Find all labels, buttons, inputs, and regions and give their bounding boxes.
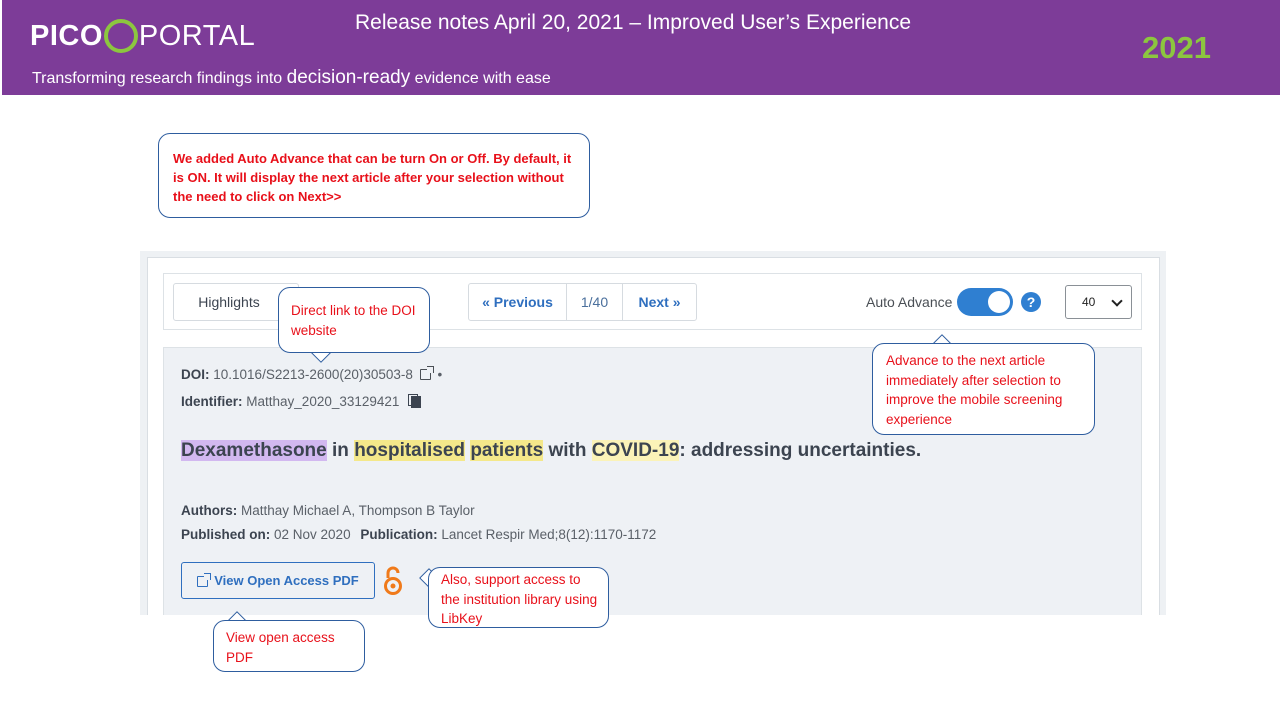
title-text: in (326, 440, 355, 461)
title-highlight-population-2: patients (470, 440, 544, 461)
copy-icon[interactable] (411, 396, 422, 408)
pdf-button-label: View Open Access PDF (214, 573, 359, 588)
logo-pico-text: PICO (30, 19, 103, 52)
callout-open-pdf-text: View open access PDF (226, 630, 335, 665)
next-label: Next » (638, 294, 681, 310)
title-text: with (543, 440, 592, 461)
tagline-emphasis: decision-ready (286, 67, 411, 88)
callout-auto-advance-intro: We added Auto Advance that can be turn O… (158, 133, 590, 218)
publication-row: Published on: 02 Nov 2020 Publication: L… (181, 527, 656, 542)
title-text: : addressing uncertainties. (679, 440, 922, 461)
authors-value: Matthay Michael A, Thompson B Taylor (241, 503, 475, 518)
page-count: 1/40 (567, 284, 623, 320)
callout-advance-next-text: Advance to the next article immediately … (886, 353, 1063, 427)
callout-doi-link: Direct link to the DOI website (278, 287, 430, 353)
publication-label: Publication: (360, 527, 438, 542)
published-label: Published on: (181, 527, 271, 542)
identifier-label: Identifier: (181, 394, 243, 409)
open-access-lock-icon[interactable] (382, 566, 404, 596)
previous-button[interactable]: « Previous (469, 284, 567, 320)
authors-label: Authors: (181, 503, 238, 518)
callout-libkey-text: Also, support access to the institution … (441, 572, 598, 626)
external-link-icon[interactable] (419, 366, 434, 380)
release-banner: PICO PORTAL Transforming research findin… (2, 0, 1280, 95)
per-page-value: 40 (1082, 295, 1096, 309)
identifier-row: Identifier: Matthay_2020_33129421 (181, 394, 422, 409)
toggle-knob (988, 291, 1010, 313)
doi-separator: • (437, 367, 443, 382)
tagline: Transforming research findings into deci… (32, 67, 551, 89)
callout-auto-advance-intro-text: We added Auto Advance that can be turn O… (173, 151, 572, 204)
callout-advance-next: Advance to the next article immediately … (872, 343, 1095, 435)
authors-row: Authors: Matthay Michael A, Thompson B T… (181, 503, 475, 518)
chevron-down-icon (1111, 295, 1123, 307)
picoportal-logo: PICO PORTAL (30, 8, 255, 64)
publication-value: Lancet Respir Med;8(12):1170-1172 (441, 527, 657, 542)
title-highlight-intervention: Dexamethasone (181, 440, 327, 461)
title-highlight-population-1: hospitalised (354, 440, 466, 461)
auto-advance-label: Auto Advance (866, 294, 953, 310)
release-year: 2021 (1142, 30, 1211, 65)
view-open-access-pdf-button[interactable]: View Open Access PDF (181, 562, 375, 599)
callout-open-pdf: View open access PDF (213, 620, 365, 672)
callout-doi-link-text: Direct link to the DOI website (291, 303, 416, 338)
title-highlight-condition: COVID-19 (591, 440, 680, 461)
doi-label: DOI: (181, 367, 210, 382)
doi-row: DOI: 10.1016/S2213-2600(20)30503-8 • (181, 366, 443, 382)
release-title: Release notes April 20, 2021 – Improved … (355, 11, 912, 34)
published-value: 02 Nov 2020 (274, 527, 351, 542)
question-circle-icon[interactable]: ? (1021, 292, 1041, 312)
logo-ring-icon (103, 19, 138, 53)
article-title: Dexamethasone in hospitalised patients w… (181, 440, 921, 462)
previous-label: « Previous (482, 294, 553, 310)
tagline-end: evidence with ease (410, 70, 551, 87)
per-page-select[interactable]: 40 (1065, 285, 1132, 319)
identifier-value: Matthay_2020_33129421 (246, 394, 400, 409)
next-button[interactable]: Next » (623, 284, 696, 320)
pagination: « Previous 1/40 Next » (468, 283, 697, 321)
external-link-icon (197, 573, 212, 587)
callout-libkey: Also, support access to the institution … (428, 567, 609, 628)
tagline-start: Transforming research findings into (32, 70, 287, 87)
logo-portal-text: PORTAL (138, 19, 256, 52)
doi-value[interactable]: 10.1016/S2213-2600(20)30503-8 (213, 367, 413, 382)
highlights-label: Highlights (198, 294, 260, 310)
auto-advance-toggle[interactable] (957, 288, 1013, 316)
page-count-text: 1/40 (580, 294, 609, 310)
